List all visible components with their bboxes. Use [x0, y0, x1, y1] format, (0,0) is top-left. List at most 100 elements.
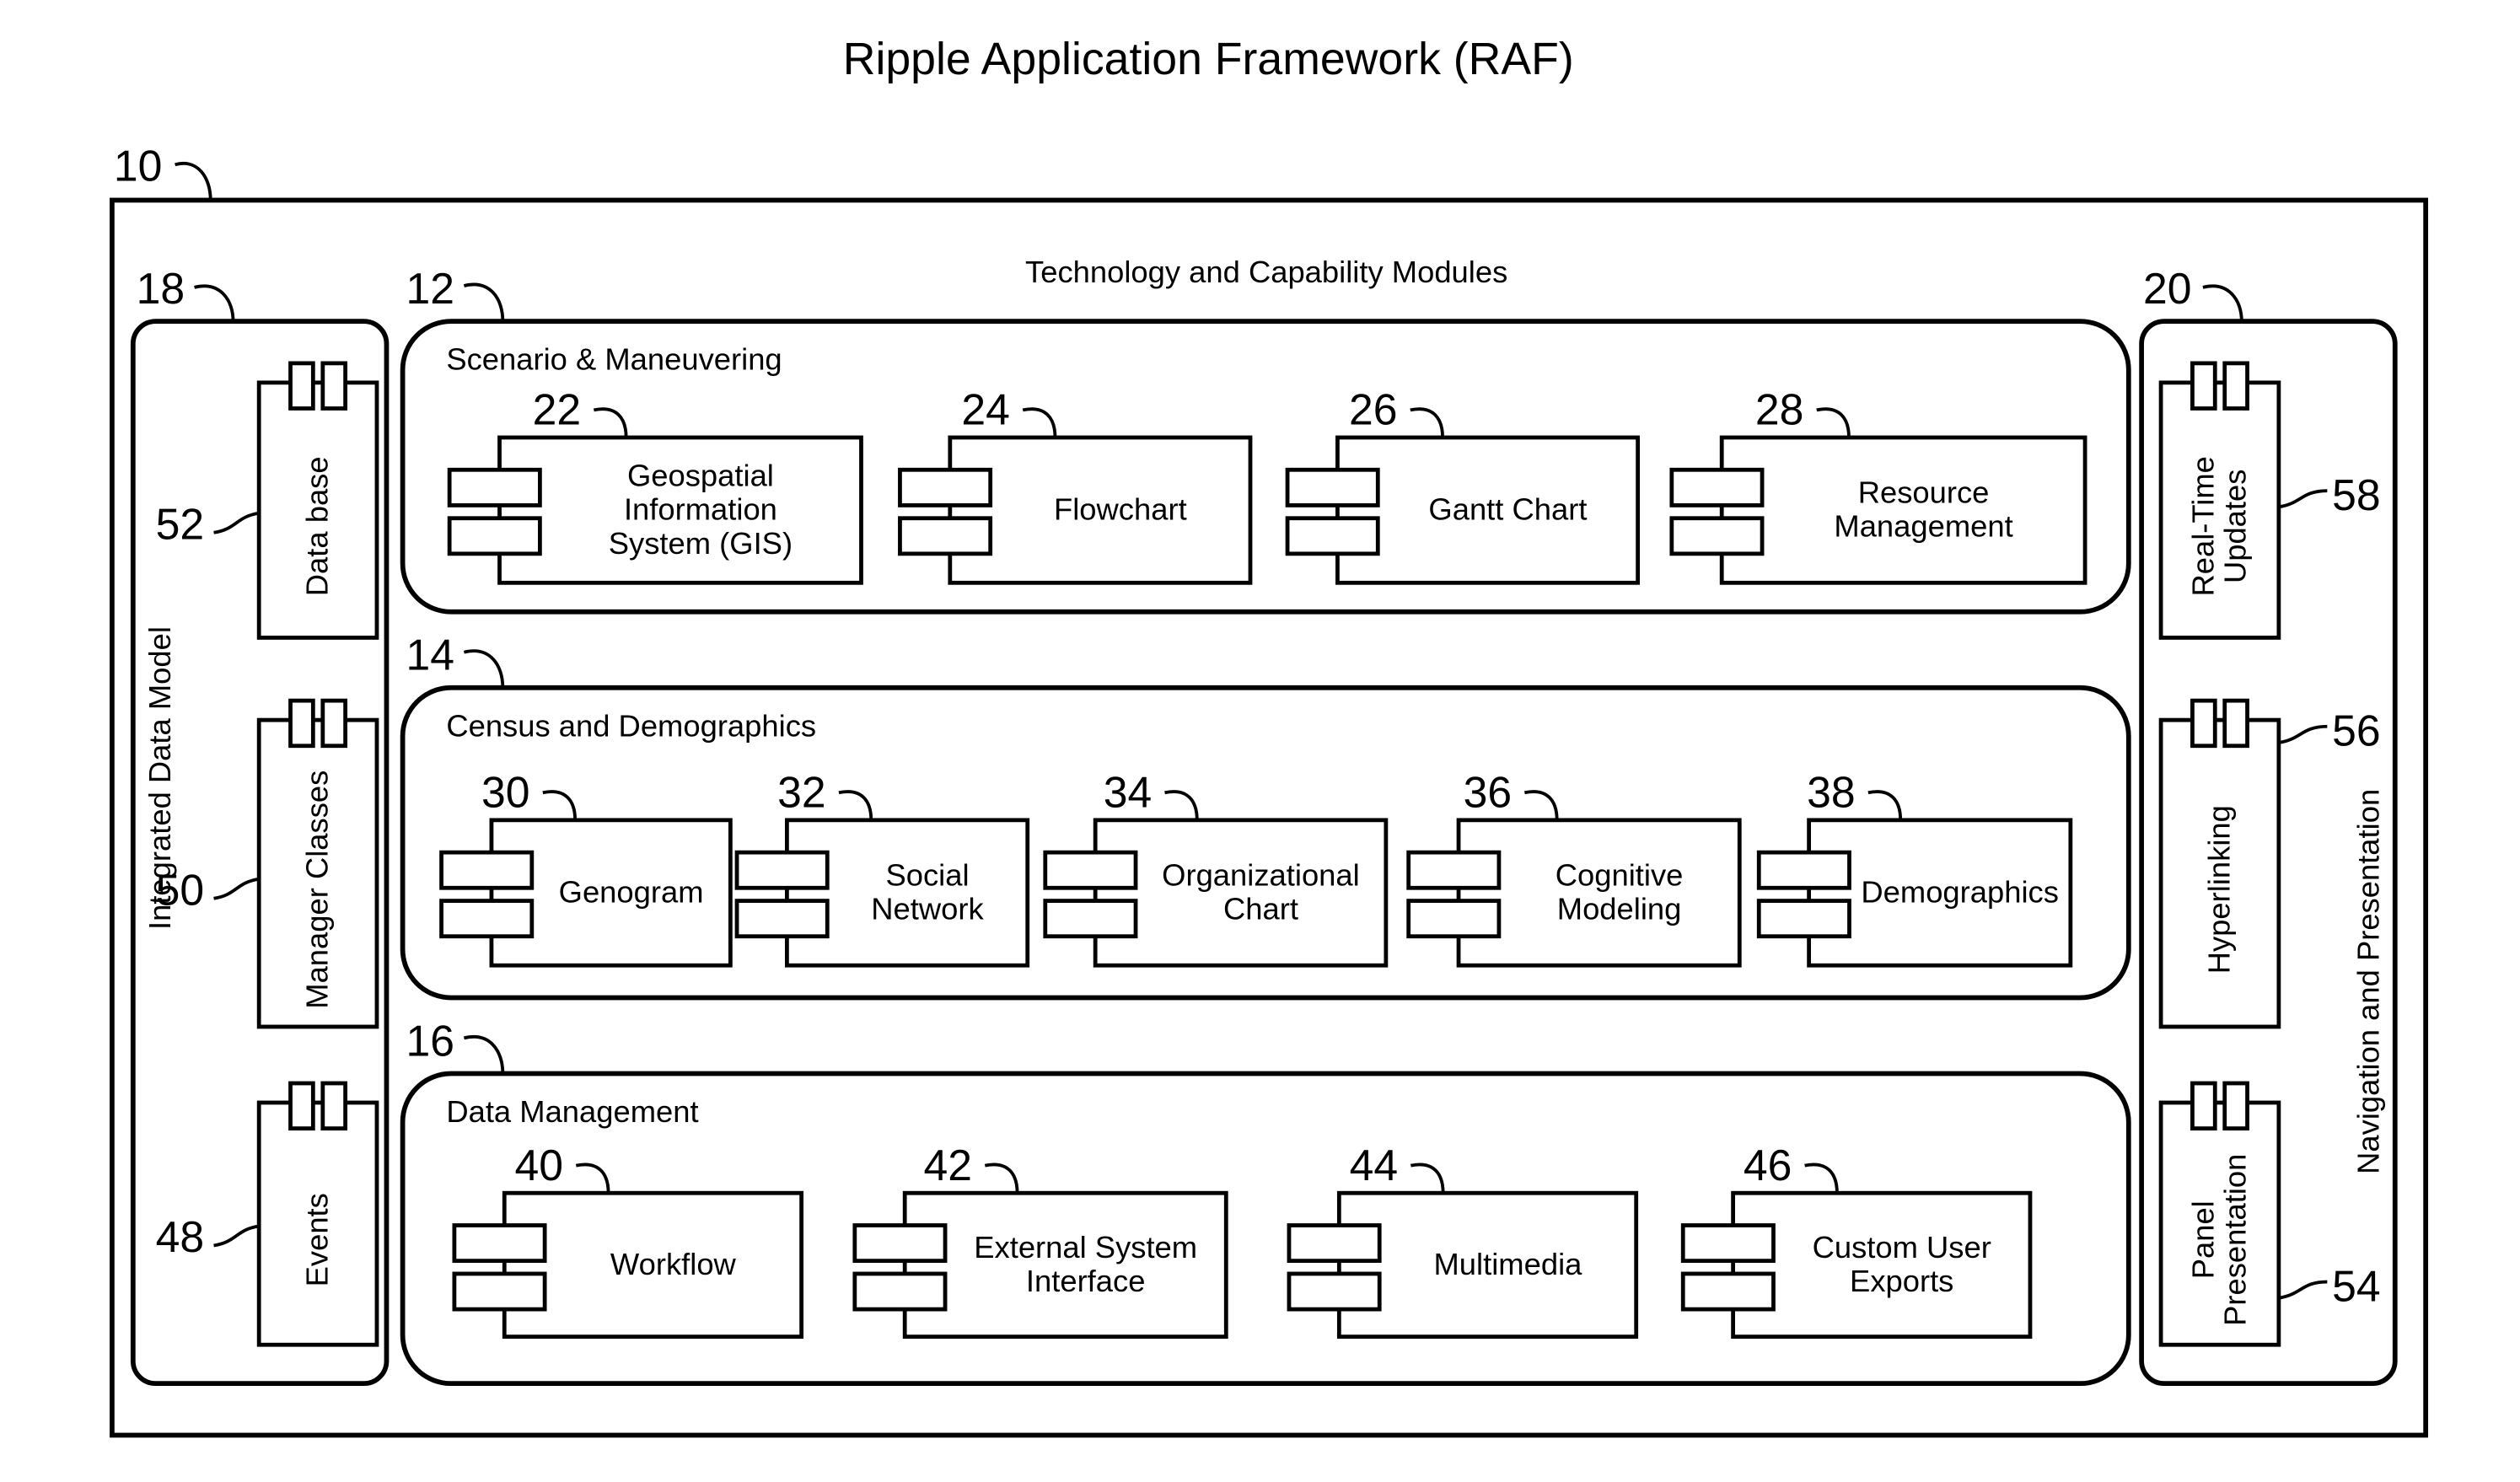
component-ref: 46: [1744, 1141, 1792, 1189]
component-label: Hyperlinking: [2201, 805, 2236, 974]
component-demographics: Demographics 38: [1756, 768, 2073, 968]
component-ref: 42: [924, 1141, 972, 1189]
component-label: Demographics: [1861, 875, 2059, 910]
component-social-network: Social Network 32: [734, 768, 1030, 968]
component-leader: [2278, 724, 2328, 744]
component-leader: [213, 511, 260, 534]
component-custom-user-exports: Custom User Exports46: [1680, 1141, 2033, 1340]
component-ref: 56: [2332, 706, 2381, 755]
component-plug-icon: [320, 361, 348, 411]
raf-diagram: Ripple Application Framework (RAF) 10 Te…: [110, 34, 2429, 1438]
ref-framework: 10: [114, 141, 163, 190]
framework-heading: Technology and Capability Modules: [1025, 255, 1507, 289]
component-resource-management: Resource Management 28: [1669, 385, 2087, 585]
ref-left-panel: 18: [137, 264, 185, 313]
component-ref: 38: [1807, 768, 1856, 817]
component-leader: [2278, 1280, 2328, 1300]
component-genogram: Genogram 30: [439, 768, 733, 968]
component-label: Genogram: [559, 875, 704, 910]
component-label: Cognitive Modeling: [1556, 857, 1684, 926]
leader-left-panel: [194, 284, 235, 322]
component-label: Multimedia: [1434, 1247, 1583, 1281]
component-ref: 32: [777, 768, 826, 817]
left-panel-components: Data base 52 Manager Classes 50 Events 48: [156, 361, 379, 1347]
module-group-label: Data Management: [446, 1094, 698, 1129]
component-plug-icon: [734, 850, 830, 890]
component-cognitive-modeling: Cognitive Modeling 36: [1406, 768, 1742, 968]
component-organizational-chart: Organizational Chart34: [1043, 768, 1389, 968]
module-group-label: Scenario & Maneuvering: [446, 342, 782, 377]
component-leader: [1022, 407, 1057, 438]
module-groups: 12 Scenario & Maneuvering Geospatial Inform…: [400, 264, 2131, 1387]
component-plug-icon: [1756, 850, 1851, 890]
component-plug-icon: [1406, 850, 1502, 890]
component-plug-icon: [452, 1223, 547, 1264]
leader-framework: [175, 162, 212, 201]
component-label: Workflow: [610, 1247, 737, 1281]
component-leader: [1523, 790, 1559, 820]
component-leader: [1867, 790, 1903, 820]
component-plug-icon: [1406, 899, 1502, 939]
side-component-hyperlinking: Hyperlinking 56: [2158, 698, 2381, 1029]
component-plug-icon: [2190, 698, 2217, 749]
component-ref: 34: [1104, 768, 1153, 817]
component-plug-icon: [1043, 899, 1138, 939]
component-label: Real-TimeUpdates: [2185, 456, 2252, 596]
component-leader: [575, 1163, 610, 1194]
side-component-real-time-updates: Real-TimeUpdates 58: [2158, 361, 2381, 640]
component-plug-icon: [852, 1271, 948, 1312]
component-leader: [1164, 790, 1199, 820]
component-plug-icon: [320, 698, 348, 749]
component-ref: 50: [156, 865, 205, 914]
component-plug-icon: [288, 361, 315, 411]
component-label: Social Network: [871, 857, 984, 926]
module-group-data-management: 16 Data Management Workflow 40 External Syst…: [400, 1016, 2131, 1387]
component-leader: [1816, 407, 1851, 438]
component-plug-icon: [852, 1223, 948, 1264]
component-label: Data base: [300, 456, 335, 596]
component-plug-icon: [898, 467, 993, 507]
component-label: Manager Classes: [300, 771, 335, 1009]
side-component-manager-classes: Manager Classes 50: [156, 698, 379, 1029]
component-leader: [213, 1224, 260, 1248]
component-ref: 22: [533, 385, 582, 434]
component-plug-icon: [288, 1081, 315, 1131]
component-label: Resource Management: [1834, 475, 2012, 544]
side-component-data-base: Data base 52: [156, 361, 379, 640]
diagram-title: Ripple Application Framework (RAF): [843, 34, 1574, 84]
component-multimedia: Multimedia 44: [1287, 1141, 1639, 1340]
module-group-leader: [463, 649, 505, 688]
module-group-ref: 14: [406, 631, 454, 679]
component-ref: 36: [1464, 768, 1513, 817]
component-flowchart: Flowchart 24: [898, 385, 1253, 585]
component-plug-icon: [1287, 1223, 1382, 1264]
component-ref: 54: [2332, 1262, 2381, 1311]
component-leader: [1410, 407, 1445, 438]
component-plug-icon: [439, 899, 535, 939]
component-ref: 44: [1350, 1141, 1398, 1189]
component-plug-icon: [2222, 698, 2249, 749]
component-ref: 30: [481, 768, 530, 817]
component-plug-icon: [898, 516, 993, 556]
component-plug-icon: [1669, 467, 1765, 507]
component-plug-icon: [1043, 850, 1138, 890]
component-plug-icon: [2190, 1081, 2217, 1131]
component-plug-icon: [1756, 899, 1851, 939]
component-plug-icon: [1287, 1271, 1382, 1312]
component-leader: [1804, 1163, 1839, 1194]
component-label: Flowchart: [1054, 492, 1187, 527]
module-group-leader: [463, 282, 505, 322]
module-group-leader: [463, 1035, 505, 1074]
component-ref: 58: [2332, 470, 2381, 519]
component-plug-icon: [2222, 361, 2249, 411]
component-plug-icon: [1680, 1223, 1776, 1264]
component-leader: [2278, 489, 2328, 509]
component-plug-icon: [1680, 1271, 1776, 1312]
component-label: Gantt Chart: [1428, 492, 1587, 527]
component-gantt-chart: Gantt Chart 26: [1285, 385, 1641, 585]
component-ref: 28: [1755, 385, 1804, 434]
component-ref: 24: [961, 385, 1010, 434]
component-plug-icon: [1669, 516, 1765, 556]
component-leader: [984, 1163, 1019, 1194]
component-leader: [542, 790, 578, 820]
